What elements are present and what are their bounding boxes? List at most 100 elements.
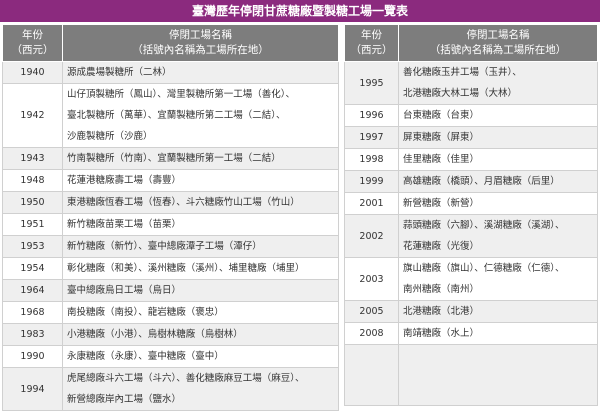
year-cell: 1953: [2, 235, 63, 258]
factory-name-line: 竹南製糖所（竹南）、宜蘭製糖所第一工場（二結）: [67, 153, 281, 164]
factory-names-cell: [398, 344, 598, 406]
factory-name-line: 佳里糖廠（佳里）: [403, 154, 480, 165]
factory-name-line: 臺北製糖所（萬華）、宜蘭製糖所第二工場（二結）、: [67, 110, 286, 121]
table-row: 1999 高雄糖廠（橋頭）、月眉糖廠（后里）: [344, 170, 598, 193]
factory-name-line: 北港糖廠（北港）: [403, 306, 480, 317]
factory-name-line: 臺中總廠烏日工場（烏日）: [67, 285, 182, 296]
name-header-line1: 停閉工場名稱: [169, 29, 232, 41]
sugar-factory-table-right: 年份 （西元） 停閉工場名稱 （括號內名稱為工場所在地） 1995 善化糖廠玉井工…: [344, 24, 598, 406]
table-row: 2005 北港糖廠（北港）: [344, 300, 598, 323]
factory-names-cell: 台東糖廠（台東）: [398, 104, 598, 127]
factory-names-cell: 蒜頭糖廠（六腳）、溪湖糖廠（溪湖）、 花蓮糖廠（光復）: [398, 214, 598, 258]
year-header-line2: （西元）: [350, 44, 393, 56]
year-cell: 1996: [344, 104, 399, 127]
year-cell: 1951: [2, 213, 63, 236]
factory-name-line: 南投糖廠（南投）、龍岩糖廠（褒忠）: [67, 307, 224, 318]
factory-names-cell: 東港糖廠恆春工場（恆春）、斗六糖廠竹山工場（竹山）: [62, 191, 339, 214]
factory-names-cell: 新營糖廠（新營）: [398, 192, 598, 215]
factory-names-cell: 善化糖廠玉井工場（玉井）、 北港糖廠大林工場（大林）: [398, 61, 598, 105]
year-cell: [344, 344, 399, 406]
factory-name-line: 新營總廠岸內工場（鹽水）: [67, 394, 182, 405]
year-cell: 1954: [2, 257, 63, 280]
factory-name-line: 新竹糖廠（新竹）、臺中總廠潭子工場（潭仔）: [67, 241, 262, 252]
year-cell: 1997: [344, 126, 399, 149]
table-row: 2003 旗山糖廠（旗山）、仁德糖廠（仁德）、 南州糖廠（南州）: [344, 257, 598, 301]
factory-name-line: 彰化糖廠（和美）、溪州糖廠（溪州）、埔里糖廠（埔里）: [67, 263, 305, 274]
factory-name-line: 新竹糖廠苗栗工場（苗栗）: [67, 219, 182, 230]
year-column-header: 年份 （西元）: [2, 24, 63, 62]
factory-name-line: 東港糖廠恆春工場（恆春）、斗六糖廠竹山工場（竹山）: [67, 197, 300, 208]
factory-names-cell: 佳里糖廠（佳里）: [398, 148, 598, 171]
name-column-header: 停閉工場名稱 （括號內名稱為工場所在地）: [62, 24, 339, 62]
factory-name-line: 源成農場製糖所（二林）: [67, 67, 172, 78]
year-cell: 1983: [2, 323, 63, 346]
table-row: 1990 永康糖廠（永康）、臺中糖廠（臺中）: [2, 345, 339, 368]
name-header-line2: （括號內名稱為工場所在地）: [132, 44, 269, 56]
factory-name-line: 新營糖廠（新營）: [403, 198, 480, 209]
table-header-row: 年份 （西元） 停閉工場名稱 （括號內名稱為工場所在地）: [344, 24, 598, 62]
table-row: 1940 源成農場製糖所（二林）: [2, 61, 339, 84]
table-header-row: 年份 （西元） 停閉工場名稱 （括號內名稱為工場所在地）: [2, 24, 339, 62]
table-row: 1964 臺中總廠烏日工場（烏日）: [2, 279, 339, 302]
year-cell: 1950: [2, 191, 63, 214]
table-row: 1994 虎尾總廠斗六工場（斗六）、善化糖廠麻豆工場（麻豆）、 新營總廠岸內工場（鹽…: [2, 367, 339, 411]
name-header-line2: （括號內名稱為工場所在地）: [429, 44, 567, 56]
table-row: 1968 南投糖廠（南投）、龍岩糖廠（褒忠）: [2, 301, 339, 324]
year-cell: 1994: [2, 367, 63, 411]
factory-name-line: 花蓮糖廠（光復）: [403, 241, 480, 252]
year-cell: 1968: [2, 301, 63, 324]
year-cell: 1942: [2, 83, 63, 148]
table-row: 1997 屏東糖廠（屏東）: [344, 126, 598, 149]
factory-names-cell: 南投糖廠（南投）、龍岩糖廠（褒忠）: [62, 301, 339, 324]
name-column-header: 停閉工場名稱 （括號內名稱為工場所在地）: [398, 24, 598, 62]
name-header-line1: 停閉工場名稱: [466, 29, 530, 41]
table-row: 1943 竹南製糖所（竹南）、宜蘭製糖所第一工場（二結）: [2, 147, 339, 170]
table-row: 1948 花蓮港糖廠壽工場（壽豐）: [2, 169, 339, 192]
table-row: 1951 新竹糖廠苗栗工場（苗栗）: [2, 213, 339, 236]
sugar-factory-table-left: 年份 （西元） 停閉工場名稱 （括號內名稱為工場所在地） 1940 源成農場製糖所…: [2, 24, 339, 411]
year-header-line1: 年份: [22, 29, 43, 41]
factory-name-line: 旗山糖廠（旗山）、仁德糖廠（仁德）、: [403, 263, 565, 274]
table-row: 1953 新竹糖廠（新竹）、臺中總廠潭子工場（潭仔）: [2, 235, 339, 258]
year-header-line2: （西元）: [11, 44, 54, 56]
table-body-left: 1940 源成農場製糖所（二林） 1942 山仔頂製糖所（鳳山）、灣里製糖所第一工場（…: [2, 61, 339, 411]
table-row: 1995 善化糖廠玉井工場（玉井）、 北港糖廠大林工場（大林）: [344, 61, 598, 105]
table-row: 2008 南靖糖廠（水上）: [344, 322, 598, 345]
factory-names-cell: 永康糖廠（永康）、臺中糖廠（臺中）: [62, 345, 339, 368]
year-cell: 1948: [2, 169, 63, 192]
factory-names-cell: 北港糖廠（北港）: [398, 300, 598, 323]
factory-name-line: 北港糖廠大林工場（大林）: [403, 88, 518, 99]
year-column-header: 年份 （西元）: [344, 24, 399, 62]
factory-names-cell: 南靖糖廠（水上）: [398, 322, 598, 345]
table-row: 1950 東港糖廠恆春工場（恆春）、斗六糖廠竹山工場（竹山）: [2, 191, 339, 214]
year-cell: 2002: [344, 214, 399, 258]
factory-names-cell: 花蓮港糖廠壽工場（壽豐）: [62, 169, 339, 192]
table-title: 臺灣歷年停閉甘蔗糖廠暨製糖工場一覽表: [0, 0, 600, 22]
year-cell: 1999: [344, 170, 399, 193]
factory-names-cell: 彰化糖廠（和美）、溪州糖廠（溪州）、埔里糖廠（埔里）: [62, 257, 339, 280]
factory-name-line: 善化糖廠玉井工場（玉井）、: [403, 67, 522, 78]
factory-name-line: 高雄糖廠（橋頭）、月眉糖廠（后里）: [403, 176, 560, 187]
year-cell: 2003: [344, 257, 399, 301]
table-row: 2002 蒜頭糖廠（六腳）、溪湖糖廠（溪湖）、 花蓮糖廠（光復）: [344, 214, 598, 258]
factory-names-cell: 虎尾總廠斗六工場（斗六）、善化糖廠麻豆工場（麻豆）、 新營總廠岸內工場（鹽水）: [62, 367, 339, 411]
year-cell: 2005: [344, 300, 399, 323]
year-cell: 1940: [2, 61, 63, 84]
table-row: 2001 新營糖廠（新營）: [344, 192, 598, 215]
year-cell: 1998: [344, 148, 399, 171]
factory-name-line: 小港糖廠（小港）、烏樹林糖廠（烏樹林）: [67, 329, 243, 340]
factory-names-cell: 竹南製糖所（竹南）、宜蘭製糖所第一工場（二結）: [62, 147, 339, 170]
factory-name-line: 南靖糖廠（水上）: [403, 328, 480, 339]
factory-name-line: 台東糖廠（台東）: [403, 110, 480, 121]
year-cell: 1943: [2, 147, 63, 170]
factory-name-line: 沙鹿製糖所（沙鹿）: [67, 131, 153, 142]
year-cell: 1995: [344, 61, 399, 105]
factory-name-line: 花蓮港糖廠壽工場（壽豐）: [67, 175, 182, 186]
year-header-line1: 年份: [361, 29, 382, 41]
factory-names-cell: 高雄糖廠（橋頭）、月眉糖廠（后里）: [398, 170, 598, 193]
year-cell: 2001: [344, 192, 399, 215]
factory-name-line: 虎尾總廠斗六工場（斗六）、善化糖廠麻豆工場（麻豆）、: [67, 373, 305, 384]
table-row: 1942 山仔頂製糖所（鳳山）、灣里製糖所第一工場（善化）、 臺北製糖所（萬華）、宜…: [2, 83, 339, 148]
factory-names-cell: 新竹糖廠（新竹）、臺中總廠潭子工場（潭仔）: [62, 235, 339, 258]
factory-names-cell: 小港糖廠（小港）、烏樹林糖廠（烏樹林）: [62, 323, 339, 346]
